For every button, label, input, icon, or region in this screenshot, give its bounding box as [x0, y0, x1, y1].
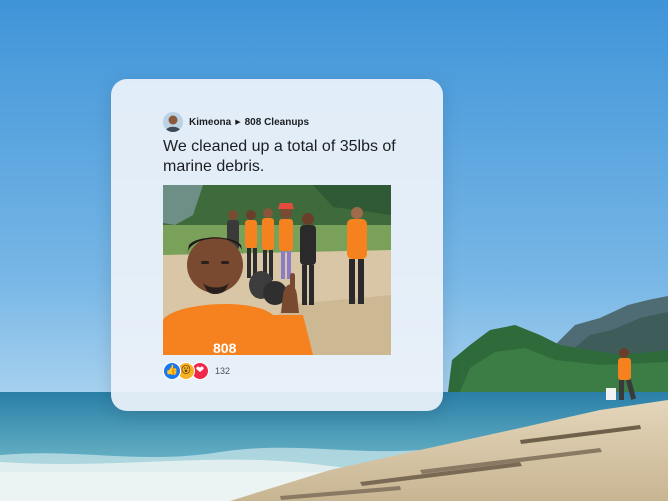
shirt-print: 808 — [213, 340, 237, 355]
group-name-link[interactable]: 808 Cleanups — [245, 117, 309, 128]
post-header: Kimeona ▶ 808 Cleanups — [163, 111, 309, 133]
post-photo[interactable]: 808 — [163, 185, 391, 355]
reaction-count[interactable]: 132 — [215, 366, 230, 376]
background-scene: Kimeona ▶ 808 Cleanups We cleaned up a t… — [0, 0, 668, 501]
avatar-image — [163, 112, 183, 132]
author-avatar[interactable] — [163, 112, 183, 132]
reactions-bar[interactable]: 👍 😮 ❤ 132 — [163, 362, 230, 380]
group-selfie-image: 808 — [163, 185, 391, 355]
like-icon: 👍 — [163, 362, 181, 380]
author-name-link[interactable]: Kimeona — [189, 117, 231, 128]
post-text: We cleaned up a total of 35lbs of marine… — [163, 138, 396, 175]
social-post-card: Kimeona ▶ 808 Cleanups We cleaned up a t… — [111, 79, 443, 411]
caret-right-icon: ▶ — [235, 119, 241, 126]
